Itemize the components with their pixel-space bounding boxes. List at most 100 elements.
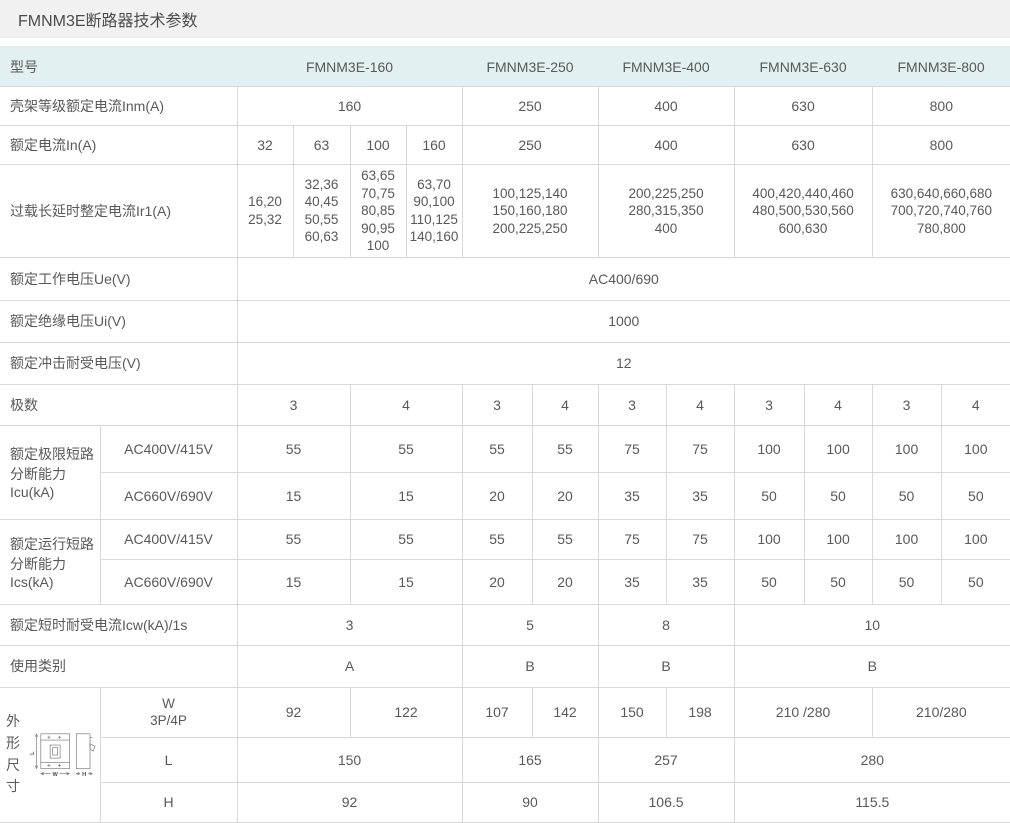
cell: 160 <box>406 126 462 165</box>
row-utilisation-category: 使用类别 A B B B <box>0 645 1010 687</box>
cell: 50 <box>941 472 1010 519</box>
cell: 3 <box>462 384 532 425</box>
cell: 100 <box>734 425 804 472</box>
cell: 165 <box>462 737 598 782</box>
dimension-drawing-cell: 外 形 尺 寸 L <box>0 687 100 822</box>
sub-label: L <box>100 737 237 782</box>
page-title-bar: FMNM3E断路器技术参数 <box>0 0 1010 38</box>
cell: 800 <box>872 87 1010 126</box>
dimensions-label: 外 形 尺 寸 <box>6 711 20 798</box>
row-working-voltage: 额定工作电压Ue(V) AC400/690 <box>0 257 1010 300</box>
cell: 100 <box>804 519 872 559</box>
cell: B <box>462 645 598 687</box>
drawing-w-label: W <box>53 772 59 778</box>
cell: 100 <box>941 425 1010 472</box>
cell: 100 <box>804 425 872 472</box>
cell: 4 <box>666 384 734 425</box>
cell: 15 <box>237 472 350 519</box>
cell: 3 <box>872 384 941 425</box>
cell: 20 <box>462 559 532 604</box>
row-label: 额定工作电压Ue(V) <box>0 257 237 300</box>
cell: 15 <box>350 559 462 604</box>
cell: 257 <box>598 737 734 782</box>
cell: 150 <box>598 687 666 737</box>
sub-label: W 3P/4P <box>100 687 237 737</box>
cell: 15 <box>237 559 350 604</box>
header-model-250: FMNM3E-250 <box>462 47 598 87</box>
cell: 4 <box>532 384 598 425</box>
row-frame-current: 壳架等级额定电流Inm(A) 160 250 400 630 800 <box>0 87 1010 126</box>
cell: 55 <box>350 519 462 559</box>
cell: 92 <box>237 782 462 822</box>
page-title: FMNM3E断路器技术参数 <box>18 7 198 31</box>
cell: 198 <box>666 687 734 737</box>
header-model-label: 型号 <box>0 47 237 87</box>
sub-label: AC660V/690V <box>100 559 237 604</box>
cell: 400 <box>598 126 734 165</box>
header-model-630: FMNM3E-630 <box>734 47 872 87</box>
cell: 35 <box>598 559 666 604</box>
row-ics-690: AC660V/690V 15 15 20 20 35 35 50 50 50 5… <box>0 559 1010 604</box>
cell: 50 <box>804 472 872 519</box>
row-dimension-w: 外 形 尺 寸 L <box>0 687 1010 737</box>
cell: 16,20 25,32 <box>237 165 293 258</box>
row-ics-415: 额定运行短路分断能力Ics(kA) AC400V/415V 55 55 55 5… <box>0 519 1010 559</box>
row-dimension-l: L 150 165 257 280 <box>0 737 1010 782</box>
cell: 50 <box>872 559 941 604</box>
cell: 1000 <box>237 300 1010 342</box>
spec-table: 型号 FMNM3E-160 FMNM3E-250 FMNM3E-400 FMNM… <box>0 46 1010 823</box>
cell: 630 <box>734 87 872 126</box>
sub-label: AC400V/415V <box>100 519 237 559</box>
cell: 3 <box>598 384 666 425</box>
row-label: 使用类别 <box>0 645 237 687</box>
cell: 20 <box>532 559 598 604</box>
cell: 8 <box>598 604 734 645</box>
cell: 15 <box>350 472 462 519</box>
cell: 75 <box>666 519 734 559</box>
row-label: 额定短时耐受电流Icw(kA)/1s <box>0 604 237 645</box>
cell: 106.5 <box>598 782 734 822</box>
row-impulse-voltage: 额定冲击耐受电压(V) 12 <box>0 342 1010 384</box>
row-rated-current: 额定电流In(A) 32 63 100 160 250 400 630 800 <box>0 126 1010 165</box>
cell: 35 <box>666 472 734 519</box>
row-label: 额定电流In(A) <box>0 126 237 165</box>
row-icu-690: AC660V/690V 15 15 20 20 35 35 50 50 50 5… <box>0 472 1010 519</box>
cell: 107 <box>462 687 532 737</box>
cell: 100,125,140 150,160,180 200,225,250 <box>462 165 598 258</box>
cell: B <box>734 645 1010 687</box>
cell: 50 <box>734 559 804 604</box>
cell: 55 <box>462 519 532 559</box>
row-dimension-h: H 92 90 106.5 115.5 <box>0 782 1010 822</box>
row-label: 极数 <box>0 384 237 425</box>
cell: 150 <box>237 737 462 782</box>
row-poles: 极数 3 4 3 4 3 4 3 4 3 4 <box>0 384 1010 425</box>
cell: 400,420,440,460 480,500,530,560 600,630 <box>734 165 872 258</box>
table-header-row: 型号 FMNM3E-160 FMNM3E-250 FMNM3E-400 FMNM… <box>0 47 1010 87</box>
cell: 32 <box>237 126 293 165</box>
row-label: 壳架等级额定电流Inm(A) <box>0 87 237 126</box>
cell: 4 <box>350 384 462 425</box>
cell: 55 <box>532 519 598 559</box>
cell: 280 <box>734 737 1010 782</box>
cell: 250 <box>462 87 598 126</box>
cell: 160 <box>237 87 462 126</box>
cell: 5 <box>462 604 598 645</box>
row-icw: 额定短时耐受电流Icw(kA)/1s 3 5 8 10 <box>0 604 1010 645</box>
cell: 32,36 40,45 50,55 60,63 <box>293 165 350 258</box>
cell: 100 <box>350 126 406 165</box>
cell: 100 <box>941 519 1010 559</box>
cell: 100 <box>872 425 941 472</box>
cell: 50 <box>872 472 941 519</box>
row-label: 过载长延时整定电流Ir1(A) <box>0 165 237 258</box>
cell: 4 <box>804 384 872 425</box>
cell: AC400/690 <box>237 257 1010 300</box>
cell: 210/280 <box>872 687 1010 737</box>
cell: 63 <box>293 126 350 165</box>
cell: 63,70 90,100 110,125 140,160 <box>406 165 462 258</box>
cell: 800 <box>872 126 1010 165</box>
cell: 55 <box>237 519 350 559</box>
cell: 200,225,250 280,315,350 400 <box>598 165 734 258</box>
cell: 55 <box>532 425 598 472</box>
cell: 35 <box>666 559 734 604</box>
cell: 50 <box>804 559 872 604</box>
